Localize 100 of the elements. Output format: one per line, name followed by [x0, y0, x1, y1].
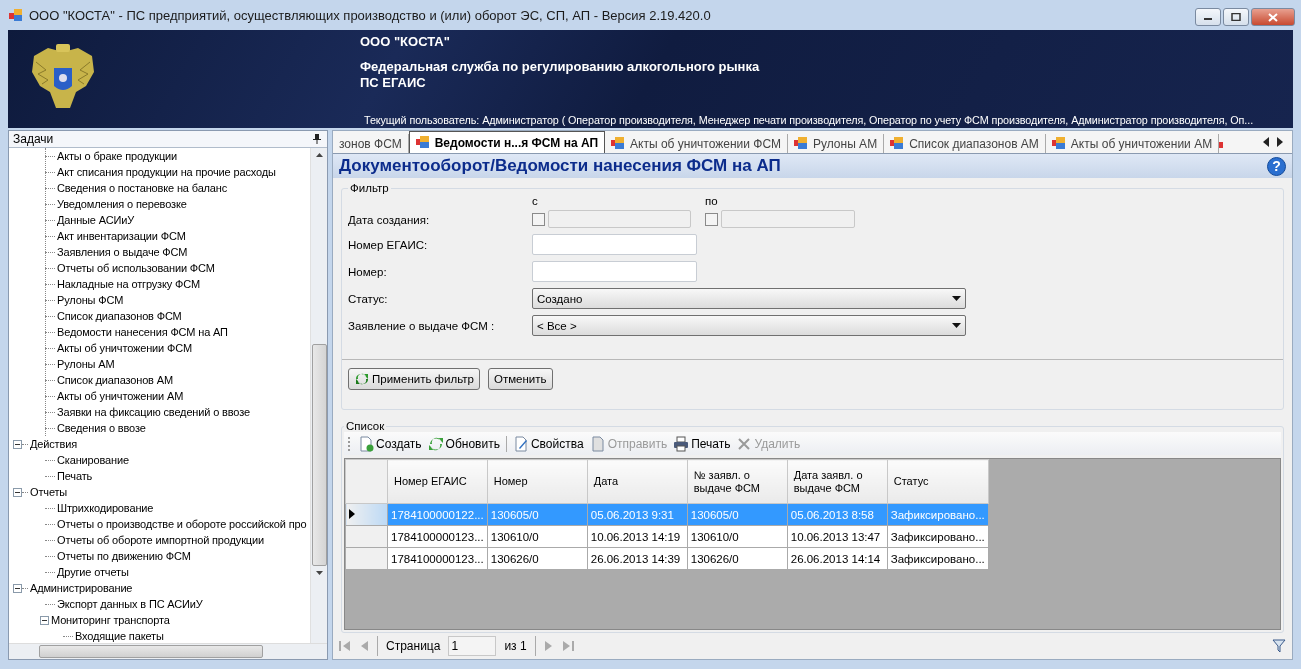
tree-item[interactable]: Сканирование [57, 454, 129, 466]
column-header[interactable]: Номер [487, 459, 588, 504]
minimize-button[interactable] [1195, 8, 1221, 26]
tree-item[interactable]: Данные АСИиУ [57, 214, 135, 226]
horizontal-scrollbar[interactable] [9, 643, 327, 659]
filter-icon[interactable] [1272, 639, 1286, 653]
tree-item[interactable]: Отчеты о производстве и обороте российской про [57, 518, 307, 530]
field-label: Дата создания: [348, 214, 431, 228]
tree-item[interactable]: Отчеты по движению ФСМ [57, 550, 191, 562]
tree-item[interactable]: Список диапазонов АМ [57, 374, 173, 386]
dropdown-arrow-icon [952, 323, 961, 328]
collapse-icon[interactable] [40, 615, 49, 625]
dropdown-arrow-icon [952, 296, 961, 301]
tab[interactable]: Рулоны АМ [788, 134, 885, 153]
company-name: ООО "КОСТА" [360, 34, 451, 49]
column-header[interactable]: Дата [587, 459, 688, 504]
collapse-icon[interactable] [13, 487, 22, 497]
document-icon [1051, 137, 1066, 150]
checkbox[interactable] [532, 212, 545, 226]
current-user: Текущий пользователь: Администратор ( Оператор производителя, Менеджер печати производителя, Оператор по учету ФСМ производителя, Администратор производителя, Оп... [364, 113, 1255, 127]
tree-item[interactable]: Акты об уничтожении АМ [57, 390, 184, 402]
tree-item[interactable]: Рулоны АМ [57, 358, 115, 370]
column-header[interactable]: Статус [887, 459, 989, 504]
tree-item[interactable]: Ведомости нанесения ФСМ на АП [57, 326, 228, 338]
tree-item[interactable]: Список диапазонов ФСМ [57, 310, 182, 322]
table-cell: Зафиксировано... [887, 547, 989, 570]
maximize-button[interactable] [1223, 8, 1249, 26]
scroll-down-icon[interactable] [315, 571, 323, 575]
tree-item[interactable]: Сведения о постановке на баланс [57, 182, 228, 194]
tab[interactable]: Акты об уничтожении АМ [1045, 134, 1220, 153]
field-label: Заявление о выдаче ФСМ : [348, 319, 496, 332]
tree-item[interactable]: Печать [57, 470, 93, 482]
tree-item[interactable]: Штрихкодирование [57, 502, 154, 514]
scroll-up-icon[interactable] [315, 153, 323, 157]
page-field[interactable]: 1 [448, 636, 497, 656]
tab[interactable]: Акты об уничтожении ФСМ [605, 134, 788, 153]
document-icon [794, 137, 808, 150]
tree-item[interactable]: Уведомления о перевозке [57, 198, 187, 210]
status-dropdown[interactable]: Создано [532, 288, 966, 309]
toolbar-button[interactable]: Свойства [512, 435, 584, 452]
column-header[interactable]: Номер ЕГАИС [387, 459, 488, 504]
tree-node[interactable]: Действия [30, 438, 77, 450]
cancel-button[interactable]: Отменить [487, 368, 553, 390]
tab[interactable]: Ведомости н...я ФСМ на АП [408, 131, 606, 153]
table-cell: 130610/0 [487, 525, 588, 548]
tree-item[interactable]: Другие отчеты [57, 566, 129, 578]
document-icon [415, 136, 430, 149]
vertical-scrollbar[interactable] [310, 148, 327, 643]
tree-item[interactable]: Акт списания продукции на прочие расходы [57, 166, 276, 178]
tree-item[interactable]: Акты о браке продукции [57, 150, 178, 162]
tree-item[interactable]: Накладные на отгрузку ФСМ [57, 278, 200, 290]
tree-item[interactable]: Заявки на фиксацию сведений о ввозе [57, 406, 250, 418]
toolbar-button[interactable]: Обновить [427, 435, 500, 452]
input-field[interactable] [532, 234, 697, 255]
pin-icon[interactable] [313, 134, 321, 144]
page-label: Страница [386, 639, 441, 653]
table-cell: 1784100000123... [387, 525, 488, 548]
print-icon [673, 435, 690, 452]
tree-node[interactable]: Отчеты [30, 486, 68, 498]
apply-filter-button[interactable]: Применить фильтр [348, 368, 480, 390]
collapse-icon[interactable] [13, 439, 22, 449]
toolbar-button[interactable]: Печать [673, 435, 731, 452]
tree-item[interactable]: Акты об уничтожении ФСМ [57, 342, 192, 354]
document-icon [611, 137, 626, 150]
tree-item[interactable]: Входящие пакеты [75, 630, 164, 642]
properties-icon [512, 435, 529, 452]
application-dropdown[interactable]: < Все > [532, 315, 966, 336]
tree-item[interactable]: Заявления о выдаче ФСМ [57, 246, 188, 258]
close-button[interactable] [1251, 8, 1295, 26]
checkbox[interactable] [705, 212, 718, 226]
input-field[interactable] [532, 261, 697, 282]
scroll-left-icon[interactable] [1262, 136, 1270, 148]
tab[interactable]: зонов ФСМ [333, 134, 409, 153]
column-header[interactable]: № заявл. о выдаче ФСМ [687, 459, 788, 504]
system-name: ПС ЕГАИС [360, 75, 427, 91]
tree-item[interactable]: Мониторинг транспорта [51, 614, 170, 626]
refresh-icon [427, 435, 444, 452]
tree-item[interactable]: Рулоны ФСМ [57, 294, 124, 306]
tab[interactable]: Список диапазонов АМ [884, 134, 1046, 153]
page-title: Документооборот/Ведомости нанесения ФСМ на АП [339, 156, 781, 176]
field-label: с [532, 195, 539, 207]
tree-item[interactable]: Сведения о ввозе [57, 422, 146, 434]
toolbar-button[interactable]: Создать [358, 435, 422, 452]
app-icon [9, 8, 23, 22]
tree-item[interactable]: Отчеты об обороте импортной продукции [57, 534, 264, 546]
column-header[interactable]: Дата заявл. о выдаче ФСМ [787, 459, 888, 504]
scroll-right-icon[interactable] [1276, 136, 1284, 148]
tree-item[interactable]: Акт инвентаризации ФСМ [57, 230, 186, 242]
table-cell: 10.06.2013 13:47 [787, 525, 888, 548]
field-label: Номер: [348, 265, 388, 278]
tree-item[interactable]: Экспорт данных в ПС АСИиУ [57, 598, 203, 610]
collapse-icon[interactable] [13, 583, 22, 593]
tree-item[interactable]: Отчеты об использовании ФСМ [57, 262, 215, 274]
create-icon [358, 435, 374, 452]
table-cell: Зафиксировано... [887, 525, 989, 548]
send-icon [589, 435, 606, 452]
help-button[interactable]: ? [1267, 156, 1286, 176]
table-cell: 26.06.2013 14:14 [787, 547, 888, 570]
panel-title: Задачи [13, 132, 54, 146]
tree-node[interactable]: Администрирование [30, 582, 133, 594]
